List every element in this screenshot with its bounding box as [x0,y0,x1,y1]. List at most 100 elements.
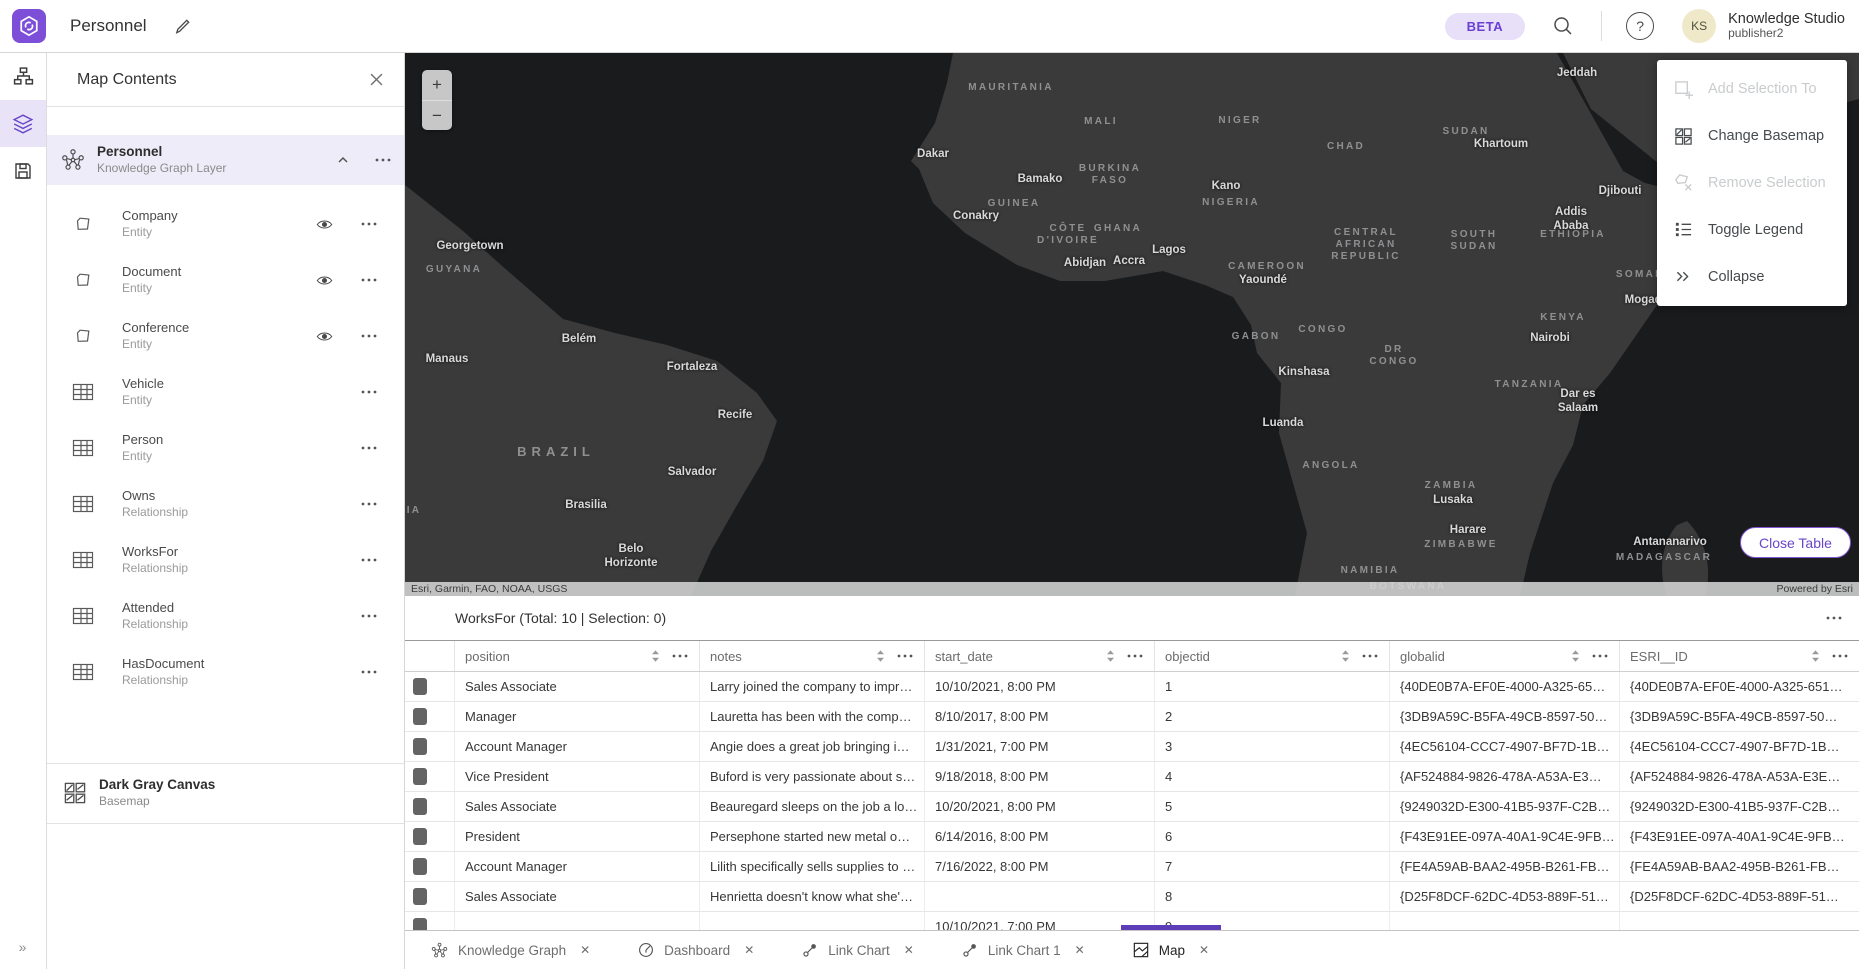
column-header-globalid[interactable]: globalid [1390,641,1620,671]
expand-rail-icon[interactable]: » [0,933,46,961]
active-tab-indicator [1121,925,1221,930]
tab-close-icon[interactable]: ✕ [580,943,590,957]
table-cell [700,912,925,930]
layer-group-personnel[interactable]: Personnel Knowledge Graph Layer [47,135,404,185]
layer-options-icon[interactable] [360,333,378,339]
row-checkbox[interactable] [413,768,427,785]
table-cell: Account Manager [455,852,700,881]
sidebar-item-save[interactable] [0,147,46,194]
zoom-in-button[interactable]: + [422,70,452,100]
column-header-objectid[interactable]: objectid [1155,641,1390,671]
layer-item-person[interactable]: PersonEntity [47,420,404,476]
column-options-icon[interactable] [896,653,914,659]
layer-options-icon[interactable] [360,557,378,563]
layer-options-icon[interactable] [360,669,378,675]
table-row[interactable]: PresidentPersephone started new metal o…… [405,822,1859,852]
column-header-notes[interactable]: notes [700,641,925,671]
tab-link-chart-1[interactable]: Link Chart 1✕ [948,931,1099,969]
layer-type: Relationship [122,673,204,689]
row-checkbox[interactable] [413,738,427,755]
layer-item-owns[interactable]: OwnsRelationship [47,476,404,532]
tab-close-icon[interactable]: ✕ [1199,943,1209,957]
layer-item-attended[interactable]: AttendedRelationship [47,588,404,644]
map-canvas[interactable]: MAURITANIAMALINIGERCHADSUDANBURKINA FASO… [405,53,1859,596]
table-row[interactable]: ManagerLauretta has been with the comp…8… [405,702,1859,732]
column-header-start_date[interactable]: start_date [925,641,1155,671]
table-cell: 10/10/2021, 8:00 PM [925,672,1155,701]
table-row[interactable]: Sales AssociateLarry joined the company … [405,672,1859,702]
visibility-eye-icon[interactable] [312,274,336,287]
column-options-icon[interactable] [671,653,689,659]
column-options-icon[interactable] [1361,653,1379,659]
table-row[interactable]: Vice PresidentBuford is very passionate … [405,762,1859,792]
column-options-icon[interactable] [1831,653,1849,659]
column-header-position[interactable]: position [455,641,700,671]
layer-options-icon[interactable] [360,613,378,619]
row-checkbox[interactable] [413,798,427,815]
column-header-esri__id[interactable]: ESRI__ID [1620,641,1859,671]
layer-options-icon[interactable] [360,445,378,451]
sort-icon[interactable] [650,649,661,663]
sort-icon[interactable] [1810,649,1821,663]
edit-title-icon[interactable] [173,17,192,36]
table-row[interactable]: Sales AssociateBeauregard sleeps on the … [405,792,1859,822]
table-icon [72,663,94,681]
layer-options-icon[interactable] [360,221,378,227]
avatar[interactable]: KS [1682,9,1716,43]
tab-dashboard[interactable]: Dashboard✕ [624,931,768,969]
table-row[interactable]: Sales AssociateHenrietta doesn't know wh… [405,882,1859,912]
close-table-button[interactable]: Close Table [1740,527,1851,558]
close-panel-icon[interactable] [362,66,390,94]
layer-options-icon[interactable] [360,501,378,507]
panel-divider [47,823,404,824]
tab-close-icon[interactable]: ✕ [744,943,754,957]
search-icon[interactable] [1547,10,1579,42]
row-checkbox[interactable] [413,678,427,695]
table-row[interactable]: Account ManagerAngie does a great job br… [405,732,1859,762]
panel-title: Map Contents [77,71,177,89]
layer-item-conference[interactable]: ConferenceEntity [47,308,404,364]
column-options-icon[interactable] [1126,653,1144,659]
layer-group-options-icon[interactable] [374,157,392,163]
tab-knowledge-graph[interactable]: Knowledge Graph✕ [417,931,604,969]
link-chart-icon [962,942,978,958]
visibility-eye-icon[interactable] [312,218,336,231]
tab-link-chart[interactable]: Link Chart✕ [788,931,928,969]
row-checkbox[interactable] [413,828,427,845]
help-icon[interactable]: ? [1624,10,1656,42]
layer-item-hasdocument[interactable]: HasDocumentRelationship [47,644,404,700]
sort-icon[interactable] [1570,649,1581,663]
table-row[interactable]: Account ManagerLilith specifically sells… [405,852,1859,882]
layer-item-document[interactable]: DocumentEntity [47,252,404,308]
sort-icon[interactable] [1105,649,1116,663]
row-checkbox[interactable] [413,708,427,725]
sort-icon[interactable] [875,649,886,663]
sort-icon[interactable] [1340,649,1351,663]
sidebar-item-project[interactable] [0,53,46,100]
menu-item-toggle-legend[interactable]: Toggle Legend [1657,206,1847,253]
menu-item-change-basemap[interactable]: Change Basemap [1657,113,1847,160]
table-cell: 2 [1155,702,1390,731]
sidebar-item-layers[interactable] [0,100,46,147]
tab-close-icon[interactable]: ✕ [904,943,914,957]
column-options-icon[interactable] [1591,653,1609,659]
tab-map[interactable]: Map✕ [1119,931,1223,969]
zoom-out-button[interactable]: − [422,100,452,130]
layer-item-worksfor[interactable]: WorksForRelationship [47,532,404,588]
basemap-item[interactable]: Dark Gray Canvas Basemap [47,768,404,818]
layer-options-icon[interactable] [360,277,378,283]
layer-item-company[interactable]: CompanyEntity [47,196,404,252]
menu-item-collapse[interactable]: Collapse [1657,253,1847,300]
table-options-icon[interactable] [1825,615,1843,621]
tab-close-icon[interactable]: ✕ [1075,943,1085,957]
row-checkbox[interactable] [413,918,427,930]
row-checkbox[interactable] [413,888,427,905]
row-checkbox[interactable] [413,858,427,875]
layer-options-icon[interactable] [360,389,378,395]
table-cell: 7 [1155,852,1390,881]
table-cell: 6 [1155,822,1390,851]
layer-item-vehicle[interactable]: VehicleEntity [47,364,404,420]
visibility-eye-icon[interactable] [312,330,336,343]
app-logo-icon[interactable] [12,9,46,43]
chevron-up-icon[interactable] [336,153,350,167]
